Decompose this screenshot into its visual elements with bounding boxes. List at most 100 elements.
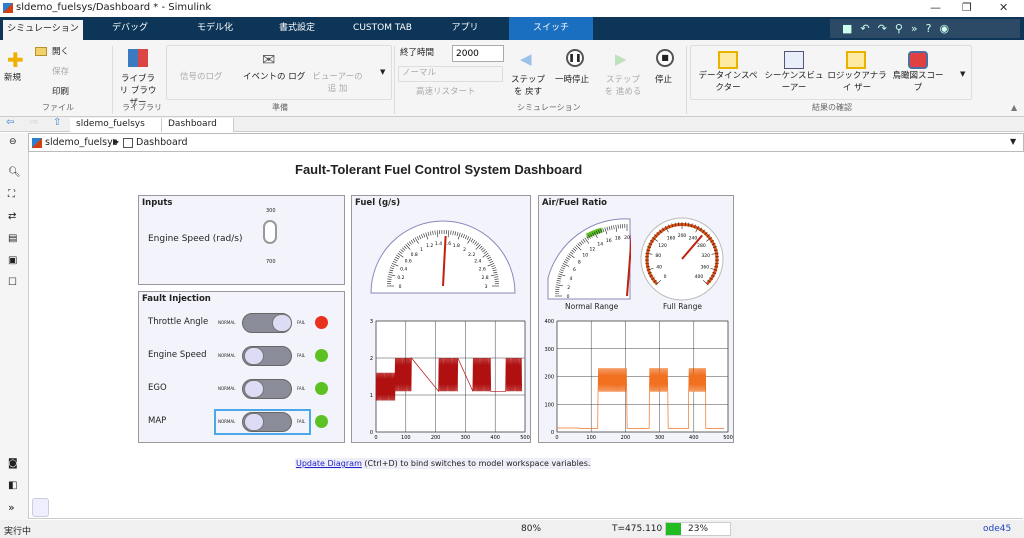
tab-simulation[interactable]: シミュレーション bbox=[3, 20, 83, 40]
gauge-tick-label: 280 bbox=[697, 243, 706, 249]
hide-browser-icon[interactable]: ⊖ bbox=[9, 137, 17, 147]
search-icon[interactable]: ⚲ bbox=[895, 22, 911, 35]
gauge-tick-label: 200 bbox=[678, 233, 687, 239]
forward-icon[interactable]: ⇨ bbox=[30, 117, 38, 128]
zoom-level: 80% bbox=[521, 524, 542, 534]
tab-debug[interactable]: デバッグ bbox=[95, 17, 165, 40]
add-viewer-button[interactable]: ビューアーの追 加 bbox=[310, 71, 365, 95]
data-inspector-button[interactable]: データインスペ クター bbox=[698, 70, 758, 94]
collapse-ribbon-icon[interactable]: ▲ bbox=[1011, 103, 1017, 112]
birdseye-scope-icon bbox=[908, 51, 928, 69]
birdseye-scope-button[interactable]: 鳥瞰図スコー プ bbox=[888, 70, 948, 94]
fail-label: FAIL bbox=[297, 320, 306, 325]
x-tick-label: 500 bbox=[520, 435, 530, 441]
back-icon[interactable]: ⇦ bbox=[6, 117, 14, 128]
zoom-icon[interactable]: 🔍︎ bbox=[8, 167, 21, 178]
fault-toggle[interactable] bbox=[242, 379, 292, 399]
new-button[interactable]: 新規 bbox=[4, 72, 21, 84]
up-icon[interactable]: ⇧ bbox=[53, 117, 61, 128]
breadcrumb-menu-icon[interactable]: ▼ bbox=[1010, 137, 1016, 146]
stop-time-input[interactable] bbox=[452, 45, 504, 62]
close-button[interactable]: ✕ bbox=[999, 1, 1008, 14]
review-expand-icon[interactable]: ▼ bbox=[960, 70, 965, 78]
x-tick-label: 300 bbox=[655, 435, 665, 441]
fault-toggle[interactable] bbox=[242, 346, 292, 366]
logic-analyzer-button[interactable]: ロジックアナライ ザー bbox=[826, 70, 888, 94]
gauge-tick-label: 0.2 bbox=[397, 275, 404, 281]
area-icon[interactable]: ☐ bbox=[8, 277, 17, 288]
minimize-button[interactable]: — bbox=[930, 1, 941, 14]
solver-link[interactable]: ode45 bbox=[983, 524, 1011, 534]
doc-tab-dashboard[interactable]: Dashboard ✕ bbox=[162, 118, 234, 142]
tab-switch[interactable]: スイッチ bbox=[509, 17, 593, 40]
image-icon[interactable]: ▣ bbox=[8, 255, 17, 266]
quick-access-toolbar[interactable]: ■↶↷⚲»?◉ bbox=[830, 19, 1020, 38]
group-file: ファイル bbox=[42, 103, 74, 112]
fault-row: EGO NORMAL FAIL bbox=[139, 376, 344, 402]
gauge-tick-label: 8 bbox=[578, 259, 581, 265]
open-button[interactable]: 開く bbox=[52, 46, 69, 58]
maximize-button[interactable]: ❐ bbox=[962, 1, 972, 14]
fast-restart-button[interactable]: 高速リスタート bbox=[416, 86, 476, 98]
fault-label: MAP bbox=[148, 416, 167, 426]
x-tick-label: 300 bbox=[461, 435, 471, 441]
update-diagram-link[interactable]: Update Diagram bbox=[296, 459, 362, 468]
hint-text: (Ctrl+D) to bind switches to model works… bbox=[361, 459, 591, 468]
fuel-gauge: 00.20.40.60.811.2 1.4 1.6 1.822.22.42.62.83 bbox=[370, 220, 516, 294]
undo-icon[interactable]: ↶ bbox=[860, 22, 877, 35]
normal-label: NORMAL bbox=[218, 419, 236, 424]
help-icon[interactable]: ? bbox=[926, 22, 940, 35]
normal-range-gauge: 0 2 46810121416 18 20 bbox=[547, 218, 631, 300]
options-icon[interactable]: ◉ bbox=[939, 22, 957, 35]
fault-toggle[interactable] bbox=[242, 313, 292, 333]
arrows-icon[interactable]: ⇄ bbox=[8, 211, 16, 222]
breadcrumb-dashboard[interactable]: Dashboard bbox=[136, 137, 188, 148]
progress-label: 23% bbox=[688, 524, 709, 534]
camera-icon[interactable]: ◙ bbox=[8, 458, 18, 469]
data-store-icon[interactable] bbox=[32, 498, 49, 517]
new-icon[interactable]: ✚ bbox=[7, 48, 24, 72]
x-tick-label: 200 bbox=[431, 435, 441, 441]
engine-speed-rocker-switch[interactable] bbox=[263, 220, 277, 244]
step-forward-icon: ▶ bbox=[615, 50, 627, 68]
simulink-icon bbox=[3, 3, 13, 13]
model-canvas[interactable]: Fault-Tolerant Fuel Control System Dashb… bbox=[28, 152, 1023, 519]
step-back-button[interactable]: ステップを 戻す bbox=[508, 74, 548, 98]
tab-format[interactable]: 書式設定 bbox=[262, 17, 332, 40]
x-tick-label: 400 bbox=[689, 435, 699, 441]
gauge-tick-label: 0 bbox=[399, 284, 402, 290]
more-icon[interactable]: » bbox=[911, 22, 926, 35]
save-icon[interactable]: ■ bbox=[842, 22, 860, 35]
group-prepare: 準備 bbox=[272, 103, 288, 112]
tab-apps[interactable]: アプリ bbox=[430, 17, 500, 40]
annotation-icon[interactable]: ▤ bbox=[8, 233, 17, 244]
step-forward-button[interactable]: ステップを 進める bbox=[603, 74, 643, 98]
sequence-viewer-button[interactable]: シーケンスビュ ーアー bbox=[764, 70, 824, 94]
event-log-button[interactable]: イベントの ログ bbox=[243, 71, 305, 83]
save-button[interactable]: 保存 bbox=[52, 66, 69, 78]
redo-icon[interactable]: ↷ bbox=[878, 22, 895, 35]
prepare-expand-icon[interactable]: ▼ bbox=[380, 68, 385, 76]
gauge-tick-label: 0 bbox=[664, 274, 667, 280]
expand-icon[interactable]: » bbox=[8, 501, 15, 514]
breadcrumb-model[interactable]: sldemo_fuelsys bbox=[45, 137, 118, 148]
sim-mode-select[interactable]: ノーマル bbox=[398, 66, 503, 82]
fit-view-icon[interactable]: ⛶ bbox=[8, 189, 15, 200]
x-tick-label: 0 bbox=[374, 435, 377, 441]
doc-tab-sldemo-fuelsys[interactable]: sldemo_fuelsys ✕ bbox=[70, 118, 162, 142]
pause-button[interactable]: 一時停止 bbox=[555, 74, 589, 86]
fault-row: Engine Speed NORMAL FAIL bbox=[139, 343, 344, 369]
tab-modeling[interactable]: モデル化 bbox=[180, 17, 250, 40]
fuel-panel: Fuel (g/s) 0 0.2 0.4 0.6 0.8 1 1.2 1.4 1.6 1.8 2 2.… bbox=[351, 195, 531, 443]
signal-log-button[interactable]: 信号のログ bbox=[180, 71, 223, 83]
fault-toggle[interactable] bbox=[242, 412, 292, 432]
print-button[interactable]: 印刷 bbox=[52, 86, 69, 98]
model-browser-icon[interactable]: ◧ bbox=[8, 480, 17, 491]
status-led bbox=[315, 349, 328, 362]
stop-button[interactable]: 停止 bbox=[655, 74, 672, 86]
x-tick-label: 400 bbox=[490, 435, 500, 441]
gauge-tick-label: 1 bbox=[420, 247, 423, 253]
breadcrumb-separator-icon: ▶ bbox=[113, 137, 120, 146]
tab-custom[interactable]: CUSTOM TAB bbox=[345, 17, 420, 40]
gauge-tick-label: 10 bbox=[582, 252, 588, 258]
